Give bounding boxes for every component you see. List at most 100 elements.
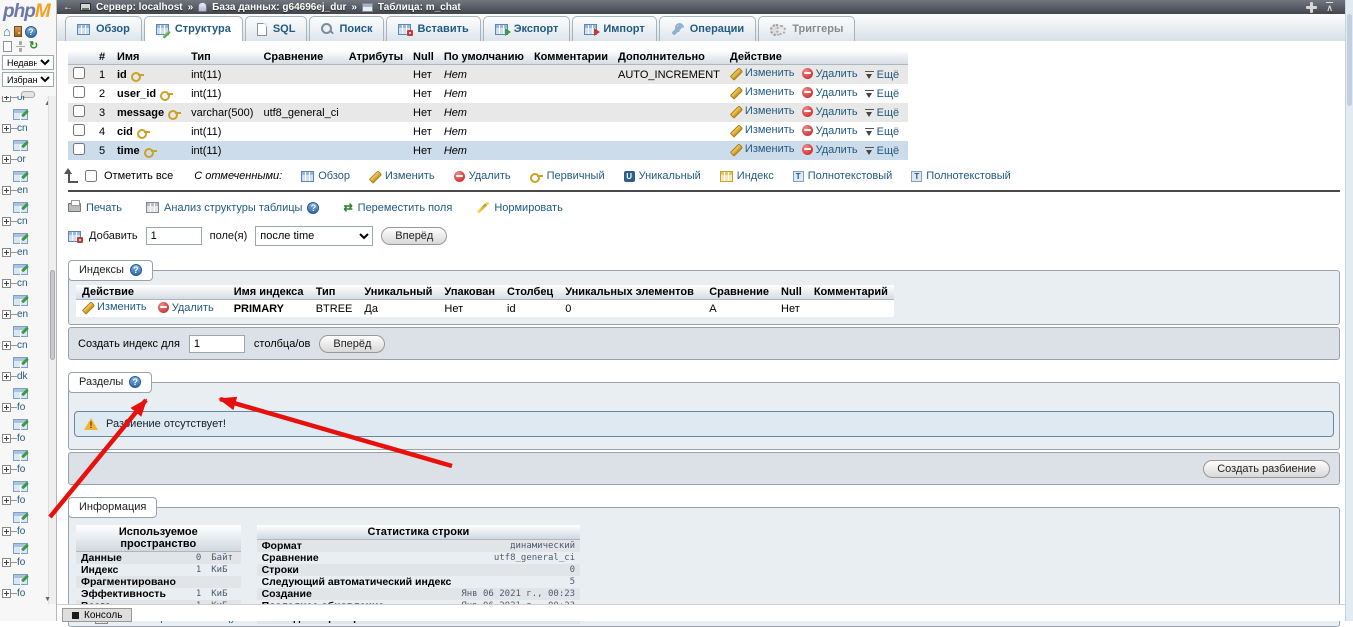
propose-structure-link[interactable]: Анализ структуры таблицы [146, 202, 302, 214]
breadcrumb-database[interactable]: База данных: g64696ej_dur [212, 2, 346, 13]
sidebar-scrollbar[interactable] [48, 96, 56, 604]
sidebar-table-item[interactable]: en [2, 233, 47, 264]
edit-column-link[interactable]: Изменить [730, 67, 795, 79]
expand-icon[interactable] [2, 496, 11, 505]
column-header[interactable]: Имя [112, 50, 186, 65]
tab-sql[interactable]: SQL [245, 16, 308, 41]
table-name[interactable]: fo [17, 557, 25, 568]
index-columns-count-input[interactable] [189, 335, 245, 353]
table-name[interactable]: cn [17, 123, 28, 134]
check-all-label[interactable]: Отметить все [104, 170, 173, 182]
expand-icon[interactable] [2, 96, 11, 102]
row-checkbox[interactable] [73, 143, 85, 155]
row-checkbox[interactable] [73, 105, 85, 117]
tab-structure[interactable]: Структура [144, 16, 243, 41]
expand-icon[interactable] [2, 372, 11, 381]
column-header[interactable]: Действие [725, 50, 908, 65]
tab-export[interactable]: Экспорт [483, 16, 571, 41]
more-actions-link[interactable]: Ещё [865, 107, 900, 119]
expand-icon[interactable] [2, 589, 11, 598]
expand-icon[interactable] [2, 558, 11, 567]
column-header[interactable]: Атрибуты [344, 50, 408, 65]
tab-import[interactable]: Импорт [572, 16, 656, 41]
column-header[interactable]: Комментарии [529, 50, 613, 65]
breadcrumb-table[interactable]: Таблица: m_chat [378, 2, 461, 13]
table-name[interactable]: fo [17, 402, 25, 413]
breadcrumb-server[interactable]: Сервер: localhost [96, 2, 183, 13]
add-go-button[interactable]: Вперёд [381, 227, 447, 245]
row-checkbox[interactable] [73, 86, 85, 98]
expand-icon[interactable] [2, 217, 11, 226]
sidebar-table-item[interactable]: dk [2, 357, 47, 388]
column-header[interactable]: Дополнительно [613, 50, 725, 65]
logout-icon[interactable] [14, 26, 22, 37]
sidebar-table-item[interactable]: en [2, 171, 47, 202]
table-name[interactable]: fo [17, 433, 25, 444]
help-icon[interactable]: ? [130, 264, 142, 276]
help-icon[interactable]: ? [129, 376, 141, 388]
table-name[interactable]: en [17, 247, 28, 258]
create-index-go-button[interactable]: Вперёд [319, 335, 385, 353]
edit-column-link[interactable]: Изменить [730, 143, 795, 155]
more-actions-link[interactable]: Ещё [865, 145, 900, 157]
sidebar-table-item[interactable]: fo [2, 543, 47, 574]
drop-column-link[interactable]: Удалить [802, 68, 858, 80]
expand-icon[interactable] [2, 124, 11, 133]
collapse-top-icon[interactable]: ∧ [1326, 2, 1333, 12]
selected-browse-link[interactable]: Обзор [301, 170, 350, 182]
expand-icon[interactable] [2, 186, 11, 195]
settings-icon[interactable] [15, 41, 26, 52]
help-icon[interactable]: ? [307, 202, 319, 214]
edit-index-link[interactable]: Изменить [82, 301, 147, 313]
drop-index-link[interactable]: Удалить [158, 302, 214, 314]
table-name[interactable]: fo [17, 526, 25, 537]
position-select[interactable]: после time [255, 226, 373, 246]
column-header[interactable]: По умолчанию [439, 50, 529, 65]
sidebar-table-item[interactable]: fo [2, 512, 47, 543]
column-header[interactable]: # [94, 50, 112, 65]
table-name[interactable]: or [17, 96, 26, 103]
expand-icon[interactable] [2, 527, 11, 536]
refresh-icon[interactable]: ↻ [29, 41, 38, 52]
main-scrollbar-thumb[interactable] [1347, 14, 1352, 106]
expand-icon[interactable] [2, 155, 11, 164]
new-page-icon[interactable] [3, 41, 12, 52]
sidebar-table-item[interactable]: cn [2, 264, 47, 295]
more-actions-link[interactable]: Ещё [865, 69, 900, 81]
table-name[interactable]: cn [17, 278, 28, 289]
sidebar-scrollbar-thumb[interactable] [50, 270, 55, 360]
print-link[interactable]: Печать [68, 202, 122, 214]
favorite-tables-select[interactable]: Избранное [2, 72, 54, 87]
column-header[interactable]: Тип [186, 50, 258, 65]
table-name[interactable]: or [17, 154, 26, 165]
tab-search[interactable]: Поиск [309, 16, 384, 41]
expand-icon[interactable] [2, 465, 11, 474]
edit-column-link[interactable]: Изменить [730, 105, 795, 117]
table-name[interactable]: fo [17, 588, 25, 599]
table-name[interactable]: fo [17, 464, 25, 475]
selected-edit-link[interactable]: Изменить [369, 170, 435, 182]
row-checkbox[interactable] [73, 124, 85, 136]
selected-primary-link[interactable]: Первичный [530, 170, 605, 182]
row-checkbox[interactable] [73, 67, 85, 79]
column-header[interactable]: Null [408, 50, 439, 65]
check-all-checkbox[interactable] [85, 170, 97, 182]
normalize-link[interactable]: Нормировать [476, 202, 563, 214]
add-count-input[interactable] [146, 227, 202, 245]
table-name[interactable]: en [17, 309, 28, 320]
drop-column-link[interactable]: Удалить [802, 144, 858, 156]
more-actions-link[interactable]: Ещё [865, 88, 900, 100]
more-actions-link[interactable]: Ещё [865, 126, 900, 138]
main-scrollbar[interactable] [1345, 0, 1353, 621]
tab-insert[interactable]: Вставить [386, 16, 480, 41]
expand-icon[interactable] [2, 248, 11, 257]
sidebar-table-item[interactable]: fo [2, 481, 47, 512]
selected-drop-link[interactable]: Удалить [454, 170, 511, 182]
phpmyadmin-logo[interactable]: phpM [0, 0, 56, 23]
sidebar-table-item[interactable]: fo [2, 388, 47, 419]
tab-operations[interactable]: Операции [659, 16, 756, 41]
drop-column-link[interactable]: Удалить [802, 87, 858, 99]
scroll-down-icon[interactable]: ▼ [44, 596, 51, 603]
console-tab[interactable]: Консоль [62, 608, 132, 622]
collapse-nav-icon[interactable]: ← [63, 2, 73, 13]
